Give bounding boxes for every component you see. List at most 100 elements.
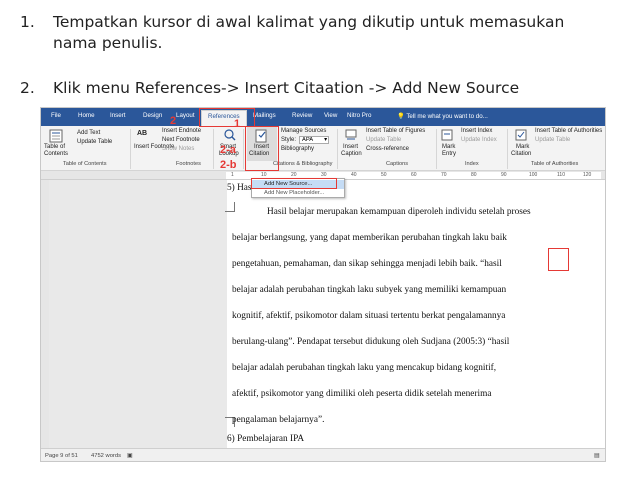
page-count[interactable]: Page 9 of 51 — [45, 453, 78, 459]
mark-citation-label-1[interactable]: Mark — [516, 144, 529, 150]
toc-label-1: Table of — [44, 144, 66, 150]
group-separator — [507, 129, 508, 169]
view-mode-icon[interactable]: ▤ — [594, 453, 599, 459]
ruler-tick: 100 — [529, 172, 538, 178]
instruction-2-line1: Klik menu References-> Insert Citaation … — [53, 79, 520, 97]
tab-mailings[interactable]: Mailings — [253, 112, 276, 119]
ruler-tick: 110 — [557, 172, 565, 178]
margin-mark — [225, 202, 235, 212]
instruction-2-number: 2. — [20, 79, 35, 97]
paragraph-line: kognitif, afektif, psikomotor dalam situ… — [232, 311, 506, 321]
tab-design[interactable]: Design — [143, 112, 162, 119]
group-index: Index — [465, 161, 479, 167]
tab-insert[interactable]: Insert — [110, 112, 125, 119]
proofing-icon[interactable]: ▣ — [127, 453, 132, 459]
instruction-2: 2. Klik menu References-> Insert Citaati… — [20, 78, 620, 100]
callout-step-2b: 2-b — [220, 159, 237, 171]
chevron-down-icon: ▾ — [324, 137, 327, 143]
annotation-box-references-tab — [199, 108, 255, 127]
tab-review[interactable]: Review — [292, 112, 312, 119]
tell-me-search[interactable]: 💡 Tell me what you want to do... — [397, 112, 488, 120]
tab-home[interactable]: Home — [78, 112, 95, 119]
annotation-box-cursor-position — [548, 248, 569, 271]
insert-index-button[interactable]: Insert Index — [461, 128, 492, 134]
group-separator — [337, 129, 338, 169]
style-dropdown-value: APA — [302, 137, 314, 143]
next-footnote-button[interactable]: Next Footnote — [162, 137, 200, 143]
status-bar: Page 9 of 51 4752 words ▣ ▤ — [41, 448, 605, 461]
paragraph-line: berulang-ulang”. Pendapat tersebut diduk… — [232, 337, 510, 347]
paragraph-line: Hasil belajar merupakan kemampuan dipero… — [267, 207, 531, 217]
word-window: File Home Insert Design Layout Reference… — [40, 107, 606, 462]
add-new-placeholder-label: Add New Placeholder... — [264, 190, 325, 196]
mark-entry-icon — [441, 129, 453, 141]
style-label: Style: — [281, 137, 297, 143]
group-separator — [436, 129, 437, 169]
insert-caption-icon — [345, 129, 357, 140]
update-table-authorities-button[interactable]: Update Table — [535, 137, 570, 143]
document-page[interactable]: 5) Hasil Belajar Hasil belajar merupakan… — [225, 180, 605, 448]
group-citations-bibliography: Citations & Bibliography — [273, 161, 333, 167]
instruction-1-line2: nama penulis. — [53, 34, 163, 52]
callout-step-2a: 2-a — [220, 144, 236, 156]
style-dropdown[interactable]: APA ▾ — [299, 136, 329, 144]
manage-sources-button[interactable]: Manage Sources — [281, 128, 326, 134]
group-table-of-authorities: Table of Authorities — [531, 161, 579, 167]
show-notes-button[interactable]: Show Notes — [162, 146, 194, 152]
insert-table-of-figures-button[interactable]: Insert Table of Figures — [366, 128, 425, 134]
mark-entry-label-1[interactable]: Mark — [442, 144, 455, 150]
mark-citation-icon — [515, 129, 527, 141]
insert-endnote-button[interactable]: Insert Endnote — [162, 128, 201, 134]
insert-caption-label-1[interactable]: Insert — [343, 144, 358, 150]
add-new-placeholder-menu-item[interactable]: Add New Placeholder... — [252, 189, 344, 198]
group-captions: Captions — [386, 161, 409, 167]
tab-nitro-pro[interactable]: Nitro Pro — [347, 112, 371, 119]
tab-layout[interactable]: Layout — [176, 112, 195, 119]
ribbon-tab-bar: File Home Insert Design Layout Reference… — [41, 108, 605, 126]
word-count[interactable]: 4752 words — [91, 453, 121, 459]
update-table-figures-button[interactable]: Update Table — [366, 137, 401, 143]
lightbulb-icon: 💡 — [397, 113, 407, 120]
tab-view[interactable]: View — [324, 112, 337, 119]
smart-lookup-icon — [224, 129, 236, 141]
toc-label-2: Contents — [44, 151, 69, 157]
tell-me-text: Tell me what you want to do... — [406, 113, 488, 120]
bibliography-button[interactable]: Bibliography — [281, 146, 314, 152]
paragraph-line: belajar adalah perubahan tingkah laku ya… — [232, 363, 497, 373]
ruler-tick: 60 — [411, 172, 417, 178]
annotation-box-insert-citation — [245, 126, 279, 171]
update-table-button[interactable]: Update Table — [77, 139, 112, 145]
vertical-ruler[interactable] — [41, 180, 49, 448]
mark-entry-label-2[interactable]: Entry — [442, 151, 456, 157]
references-ribbon: Table of Contents Add Text Update Table … — [41, 126, 605, 171]
instruction-1-number: 1. — [20, 13, 35, 31]
group-table-of-contents: Table of Contents — [63, 161, 107, 167]
insert-caption-label-2[interactable]: Caption — [341, 151, 362, 157]
group-separator — [213, 129, 214, 169]
mark-citation-label-2[interactable]: Citation — [511, 151, 531, 157]
cross-reference-button[interactable]: Cross-reference — [366, 146, 409, 152]
paragraph-line: belajar adalah perubahan tingkah laku su… — [232, 285, 507, 295]
update-index-button[interactable]: Update Index — [461, 137, 497, 143]
instruction-1: 1. Tempatkan kursor di awal kalimat yang… — [20, 12, 620, 56]
instruction-1-line1: Tempatkan kursor di awal kalimat yang di… — [53, 13, 565, 31]
heading-pembelajaran-ipa: 6) Pembelajaran IPA — [227, 434, 305, 444]
ruler-tick: 50 — [381, 172, 387, 178]
add-text-button[interactable]: Add Text — [77, 130, 100, 136]
insert-table-of-authorities-button[interactable]: Insert Table of Authorities — [535, 128, 602, 134]
group-separator — [243, 129, 244, 169]
paragraph-line: belajar berlangsung, yang dapat memberik… — [232, 233, 507, 243]
table-of-contents-icon — [49, 129, 63, 143]
group-footnotes: Footnotes — [176, 161, 201, 167]
ruler-tick: 1 — [231, 172, 234, 178]
ruler-tick: 90 — [501, 172, 507, 178]
ruler-tick: 40 — [351, 172, 357, 178]
ab-footnote-icon: AB — [137, 130, 148, 137]
annotation-box-add-new-source — [251, 178, 337, 189]
callout-step-2: 2 — [170, 115, 177, 127]
paragraph-line: pengalaman belajarnya”. — [232, 415, 325, 425]
ruler-tick: 120 — [583, 172, 592, 178]
ruler-tick: 70 — [441, 172, 447, 178]
paragraph-line: pengetahuan, pemahaman, dan sikap sehing… — [232, 259, 502, 269]
tab-file[interactable]: File — [51, 112, 61, 119]
